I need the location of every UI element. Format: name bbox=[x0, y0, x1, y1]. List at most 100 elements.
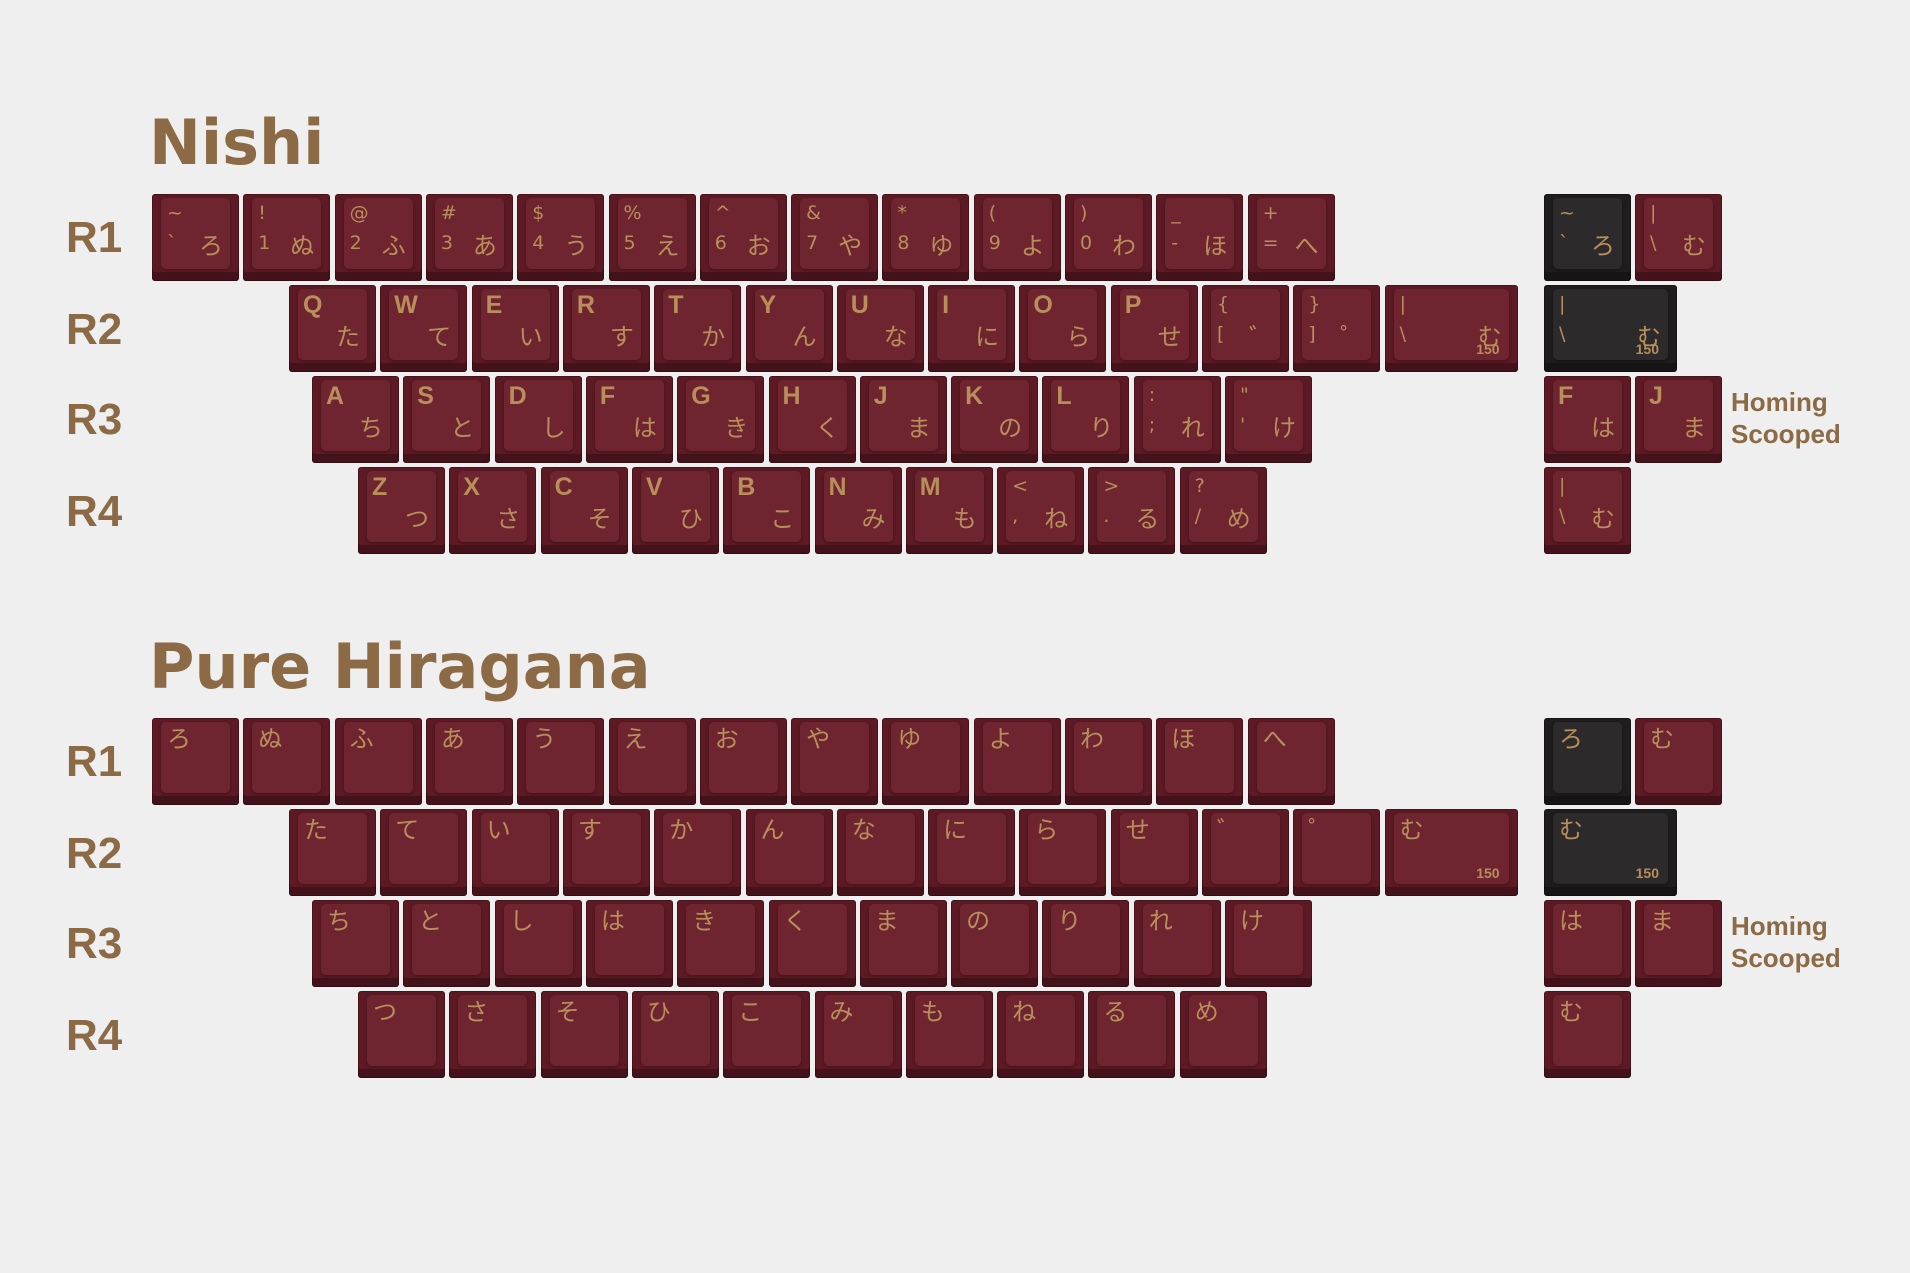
key-legend: P bbox=[1124, 291, 1142, 319]
key-kana-legend: は bbox=[1559, 907, 1583, 935]
key-size-label: 150 bbox=[1635, 865, 1659, 881]
key-kana-legend: す bbox=[609, 323, 634, 351]
key-base-legend: , bbox=[1012, 505, 1019, 527]
key-kana-legend: む bbox=[1559, 816, 1583, 844]
key-kana-legend: の bbox=[998, 414, 1023, 442]
keycap-nishi-r3: Fは bbox=[585, 376, 673, 463]
keycap-nishi-r3: Sと bbox=[403, 376, 491, 463]
key-size-label: 150 bbox=[1476, 865, 1500, 881]
key-kana-legend: さ bbox=[464, 998, 489, 1026]
keycap-hiragana-r4: め bbox=[1179, 991, 1267, 1078]
keycap-nishi-extra-r1: ~ ` ろ bbox=[1544, 194, 1631, 281]
keycap-hiragana-r4: ね bbox=[997, 991, 1085, 1078]
key-kana-legend: お bbox=[746, 232, 771, 260]
key-kana-legend: と bbox=[450, 414, 475, 442]
key-kana-legend: ろ bbox=[199, 232, 223, 260]
key-kana-legend: に bbox=[975, 323, 1000, 351]
key-base-legend: \ bbox=[1650, 232, 1657, 254]
nishi-homing-note: Homing Scooped bbox=[1731, 386, 1841, 450]
key-kana-legend: ね bbox=[1012, 998, 1037, 1026]
key-shift-legend: % bbox=[623, 202, 642, 224]
keycap-nishi-r2: }] ゜ bbox=[1293, 285, 1381, 372]
key-legend: E bbox=[485, 291, 503, 319]
keycap-nishi-r3: Hく bbox=[768, 376, 856, 463]
keycap-nishi-r1: & 7 や bbox=[791, 194, 879, 281]
key-legend: U bbox=[850, 291, 869, 319]
keycap-hiragana-r2: て bbox=[380, 809, 468, 896]
key-kana-legend: り bbox=[1089, 414, 1114, 442]
key-shift-legend: @ bbox=[349, 202, 369, 224]
keycap-hiragana-extra-r1: む bbox=[1635, 718, 1722, 805]
key-kana-legend: つ bbox=[373, 998, 397, 1026]
key-shift-legend: # bbox=[440, 202, 457, 224]
key-base-legend: 4 bbox=[532, 232, 545, 254]
key-kana-legend: ふ bbox=[381, 232, 406, 260]
key-legend: D bbox=[508, 382, 527, 410]
keycap-nishi-r1: * 8 ゆ bbox=[882, 194, 970, 281]
key-kana-legend: ら bbox=[1034, 816, 1059, 844]
key-legend: R bbox=[576, 291, 595, 319]
key-kana-legend: い bbox=[518, 323, 543, 351]
keycap-hiragana-r1: う bbox=[517, 718, 605, 805]
scooped-label: Scooped bbox=[1731, 419, 1841, 449]
key-size-label: 150 bbox=[1476, 341, 1500, 357]
key-size-label: 150 bbox=[1635, 341, 1659, 357]
key-kana-legend: い bbox=[486, 816, 511, 844]
key-kana-legend: や bbox=[806, 725, 831, 753]
key-kana-legend: ゜ bbox=[1340, 323, 1365, 351]
keycap-hiragana-r3: し bbox=[494, 900, 582, 987]
key-kana-legend: ま bbox=[906, 414, 931, 442]
keycap-hiragana-r1: や bbox=[791, 718, 879, 805]
keycap-hiragana-r4: こ bbox=[723, 991, 811, 1078]
keycap-nishi-r4: Mも bbox=[905, 467, 993, 554]
key-shift-legend: } bbox=[1308, 293, 1321, 315]
key-legend: K bbox=[965, 382, 984, 410]
key-shift-legend: ^ bbox=[714, 202, 731, 224]
key-shift-legend: | bbox=[1559, 475, 1566, 497]
key-legend: M bbox=[919, 473, 941, 501]
key-legend: A bbox=[326, 382, 345, 410]
key-shift-legend: ~ bbox=[167, 202, 183, 224]
key-kana-legend: ま bbox=[1650, 907, 1674, 935]
keycap-nishi-extra-r2: | \ む 150 bbox=[1544, 285, 1677, 372]
keycap-hiragana-r2: せ bbox=[1110, 809, 1198, 896]
key-base-legend: ] bbox=[1308, 323, 1316, 345]
key-kana-legend: ぬ bbox=[290, 232, 315, 260]
keycap-nishi-r4: Nみ bbox=[814, 467, 902, 554]
keycap-hiragana-r1: あ bbox=[425, 718, 513, 805]
keycap-hiragana-r1: え bbox=[608, 718, 696, 805]
hiragana-row-label-r4: R4 bbox=[66, 1011, 123, 1060]
key-legend: I bbox=[942, 291, 950, 319]
key-kana-legend: ゆ bbox=[929, 232, 954, 260]
key-kana-legend: ろ bbox=[1591, 232, 1615, 260]
key-legend: H bbox=[782, 382, 801, 410]
key-base-legend: ' bbox=[1240, 414, 1246, 436]
keycap-hiragana-r3: り bbox=[1042, 900, 1130, 987]
key-legend: G bbox=[691, 382, 711, 410]
key-kana-legend: は bbox=[632, 414, 657, 442]
key-shift-legend: * bbox=[897, 202, 907, 224]
keycap-nishi-r2: | \ む 150 bbox=[1384, 285, 1518, 372]
keycap-nishi-r3: Jま bbox=[859, 376, 947, 463]
keycap-hiragana-r4: そ bbox=[540, 991, 628, 1078]
key-kana-legend: ん bbox=[792, 323, 817, 351]
keycap-hiragana-r3: れ bbox=[1133, 900, 1221, 987]
keycap-nishi-r1: #3 あ bbox=[425, 194, 513, 281]
key-legend: V bbox=[645, 473, 663, 501]
key-base-legend: ` bbox=[167, 232, 177, 254]
keycap-nishi-r1: + = へ bbox=[1247, 194, 1335, 281]
key-legend: F bbox=[1558, 382, 1574, 410]
keycap-hiragana-r2: む 150 bbox=[1384, 809, 1518, 896]
key-kana-legend: ま bbox=[874, 907, 899, 935]
key-legend: X bbox=[463, 473, 480, 501]
scooped-label: Scooped bbox=[1731, 943, 1841, 973]
keycap-hiragana-r1: へ bbox=[1247, 718, 1335, 805]
key-base-legend: 3 bbox=[440, 232, 453, 254]
key-base-legend: ` bbox=[1559, 232, 1569, 254]
key-kana-legend: み bbox=[861, 505, 886, 533]
keycap-hiragana-r4: も bbox=[905, 991, 993, 1078]
hiragana-row-label-r1: R1 bbox=[66, 737, 123, 786]
keycap-nishi-r2: Qた bbox=[289, 285, 376, 372]
hiragana-row-label-r3: R3 bbox=[66, 919, 123, 968]
hiragana-row-label-r2: R2 bbox=[66, 829, 123, 878]
